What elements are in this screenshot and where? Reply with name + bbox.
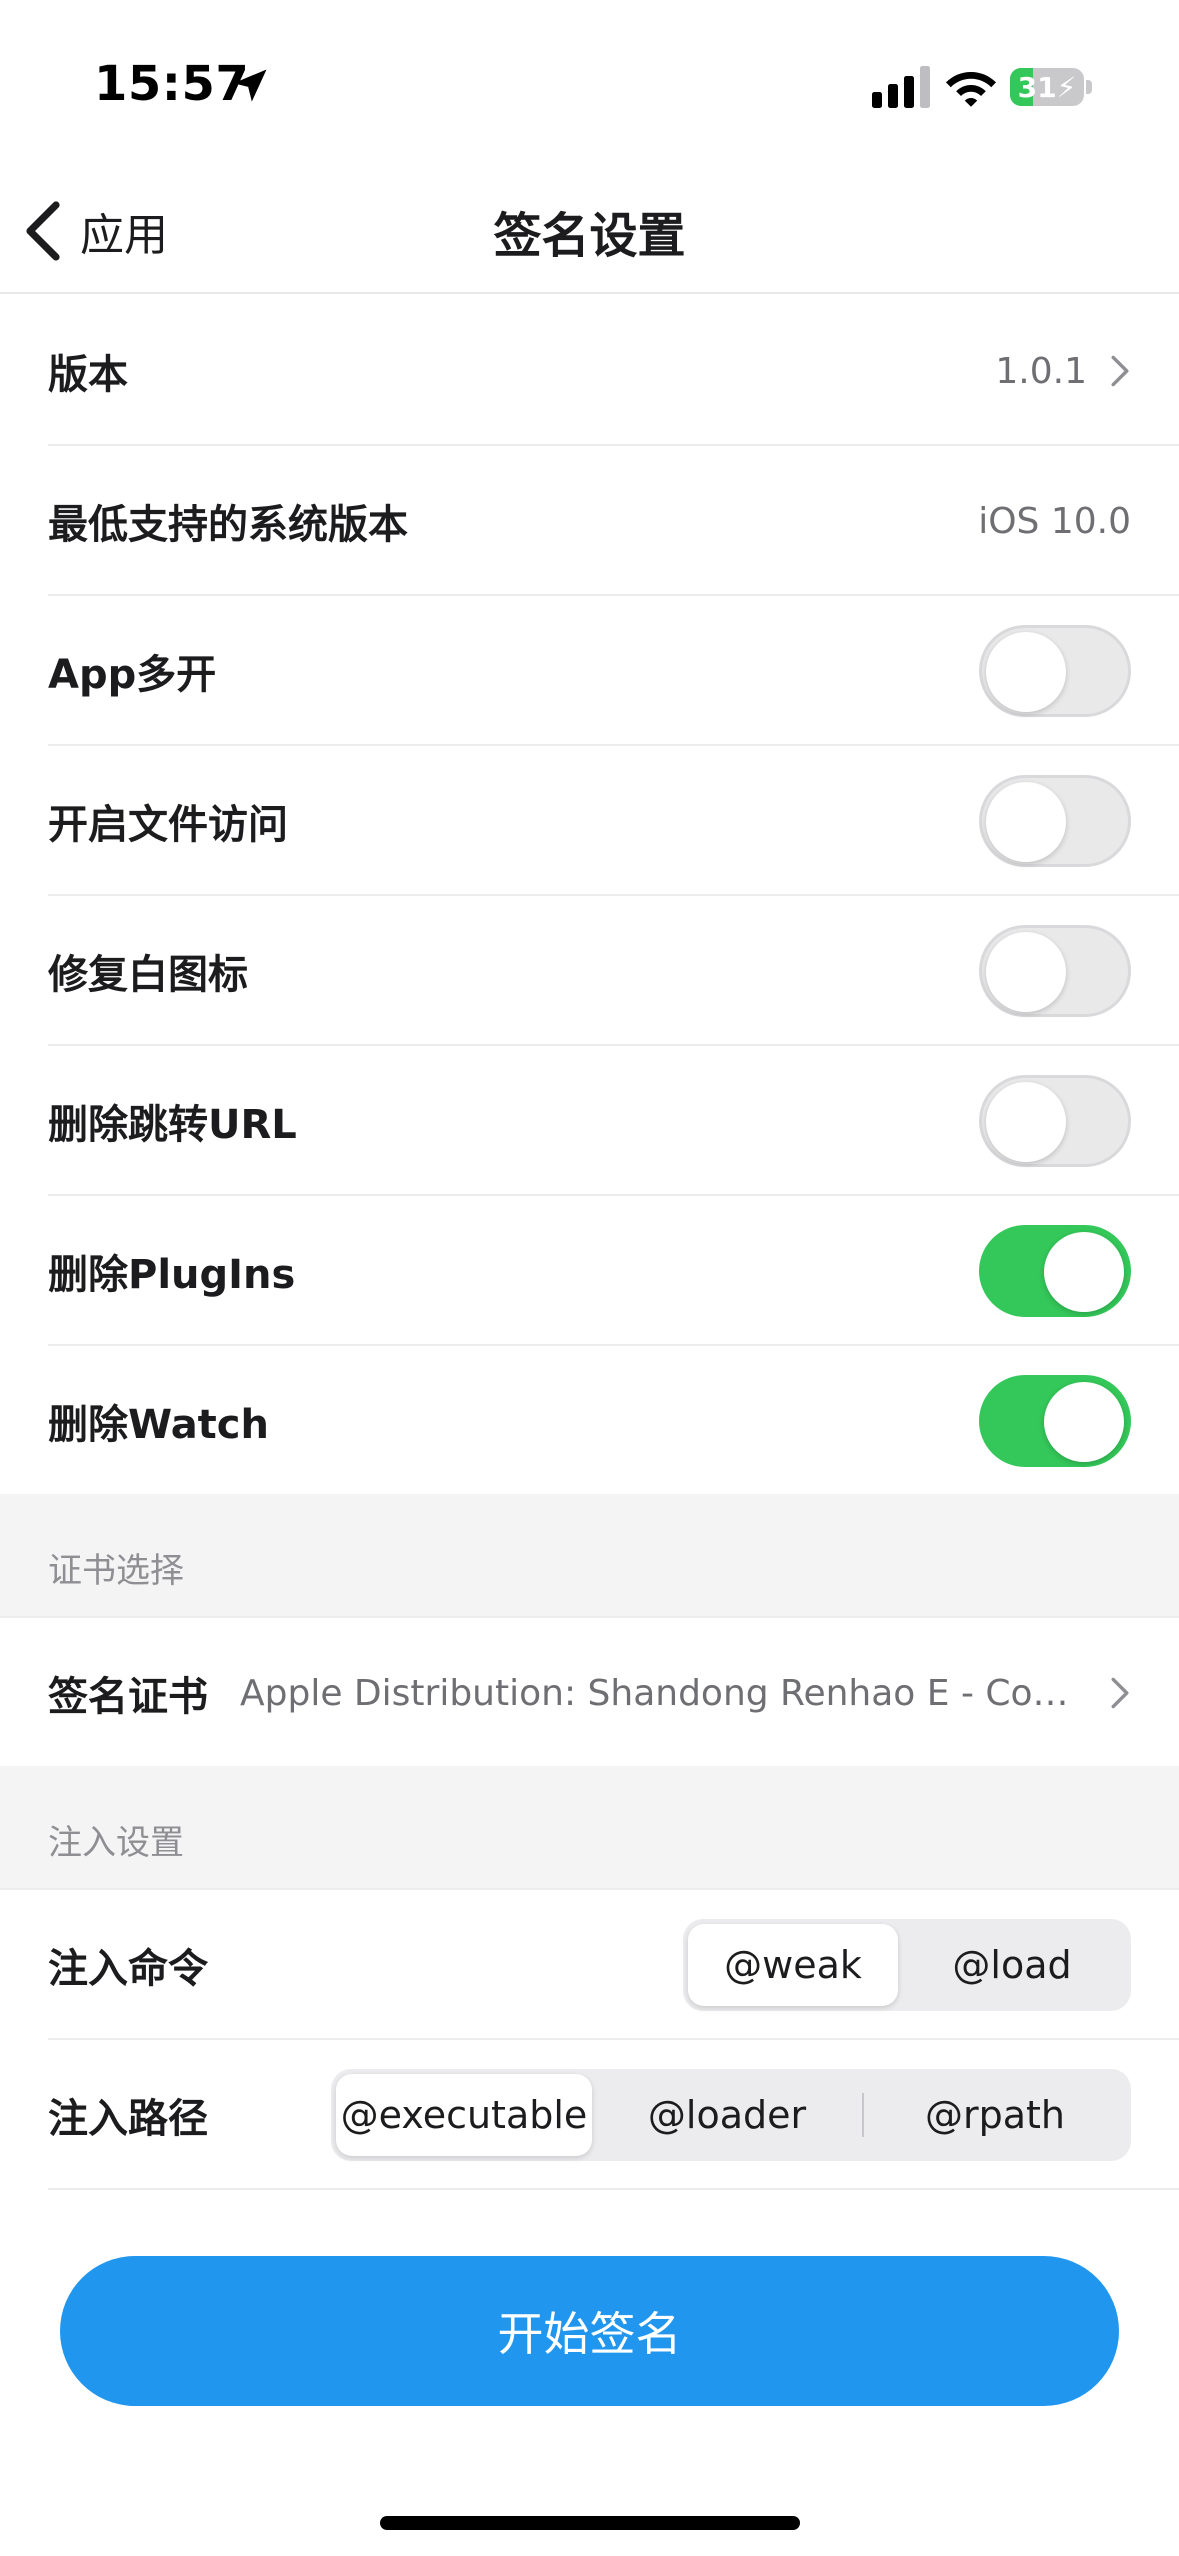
row-app-multi: App多开: [0, 596, 1179, 746]
inject-command-segmented-control: @weak @load: [683, 1919, 1131, 2011]
min-os-value: iOS 10.0: [978, 500, 1131, 542]
segment-executable[interactable]: @executable: [336, 2074, 592, 2156]
location-arrow-icon: [233, 69, 267, 102]
charging-bolt-icon: ⚡: [1056, 70, 1077, 104]
inject-command-label: 注入命令: [48, 1946, 208, 1992]
min-os-label: 最低支持的系统版本: [48, 502, 408, 548]
toggle-knob: [986, 632, 1066, 712]
sign-certificate-value: Apple Distribution: Shandong Renhao E - …: [240, 1672, 1075, 1714]
row-inject-command: 注入命令 @weak @load: [0, 1890, 1179, 2040]
start-signing-button[interactable]: 开始签名: [60, 2256, 1119, 2406]
row-remove-url: 删除跳转URL: [0, 1046, 1179, 1196]
remove-plugins-toggle[interactable]: [979, 1225, 1131, 1317]
sign-certificate-label: 签名证书: [48, 1674, 208, 1720]
row-inject-path: 注入路径 @executable @loader @rpath: [0, 2040, 1179, 2190]
inject-path-segmented-control: @executable @loader @rpath: [331, 2069, 1131, 2161]
fix-white-icon-toggle[interactable]: [979, 925, 1131, 1017]
remove-url-toggle[interactable]: [979, 1075, 1131, 1167]
row-remove-watch: 删除Watch: [0, 1346, 1179, 1496]
chevron-right-icon: [1111, 1677, 1129, 1709]
remove-watch-label: 删除Watch: [48, 1402, 269, 1448]
row-file-access: 开启文件访问: [0, 746, 1179, 896]
remove-plugins-label: 删除PlugIns: [48, 1252, 296, 1298]
segment-weak[interactable]: @weak: [688, 1924, 898, 2006]
toggle-knob: [986, 932, 1066, 1012]
row-remove-plugins: 删除PlugIns: [0, 1196, 1179, 1346]
toggle-knob: [986, 1082, 1066, 1162]
navigation-bar: 应用 签名设置: [0, 170, 1179, 294]
file-access-toggle[interactable]: [979, 775, 1131, 867]
inject-section-title: 注入设置: [48, 1823, 184, 1863]
status-bar: 15:57 31 ⚡: [0, 0, 1179, 170]
inject-section-header: 注入设置: [0, 1766, 1179, 1890]
battery-level-text: 31: [1017, 70, 1057, 104]
divider: [48, 2188, 1179, 2190]
segment-load[interactable]: @load: [898, 1924, 1126, 2006]
file-access-label: 开启文件访问: [48, 802, 288, 848]
cert-section-header: 证书选择: [0, 1494, 1179, 1618]
toggle-knob: [1044, 1232, 1124, 1312]
home-indicator: [380, 2516, 800, 2530]
battery-cap: [1086, 80, 1092, 94]
fix-white-icon-label: 修复白图标: [48, 952, 248, 998]
version-label: 版本: [48, 352, 128, 398]
inject-path-label: 注入路径: [48, 2096, 208, 2142]
app-multi-label: App多开: [48, 652, 217, 698]
battery-charging-icon: 31 ⚡: [1010, 68, 1084, 106]
remove-watch-toggle[interactable]: [979, 1375, 1131, 1467]
wifi-icon: [946, 72, 996, 107]
row-fix-white-icon: 修复白图标: [0, 896, 1179, 1046]
segment-rpath[interactable]: @rpath: [864, 2074, 1126, 2156]
remove-url-label: 删除跳转URL: [48, 1102, 297, 1148]
toggle-knob: [1044, 1382, 1124, 1462]
page-title: 签名设置: [493, 208, 686, 264]
segment-loader[interactable]: @loader: [592, 2074, 862, 2156]
version-value: 1.0.1: [995, 350, 1087, 392]
row-sign-certificate[interactable]: 签名证书 Apple Distribution: Shandong Renhao…: [0, 1618, 1179, 1768]
row-version[interactable]: 版本 1.0.1: [0, 296, 1179, 446]
cert-section-title: 证书选择: [48, 1551, 184, 1591]
cellular-signal-icon: [872, 66, 930, 108]
status-time: 15:57: [94, 56, 250, 112]
chevron-right-icon: [1111, 355, 1129, 387]
row-min-os: 最低支持的系统版本 iOS 10.0: [0, 446, 1179, 596]
sign-settings-screen: 15:57 31 ⚡ 应用 签名设置 版本 1.0.1 最低支持的系统版本 iO…: [0, 0, 1179, 2556]
app-multi-toggle[interactable]: [979, 625, 1131, 717]
toggle-knob: [986, 782, 1066, 862]
